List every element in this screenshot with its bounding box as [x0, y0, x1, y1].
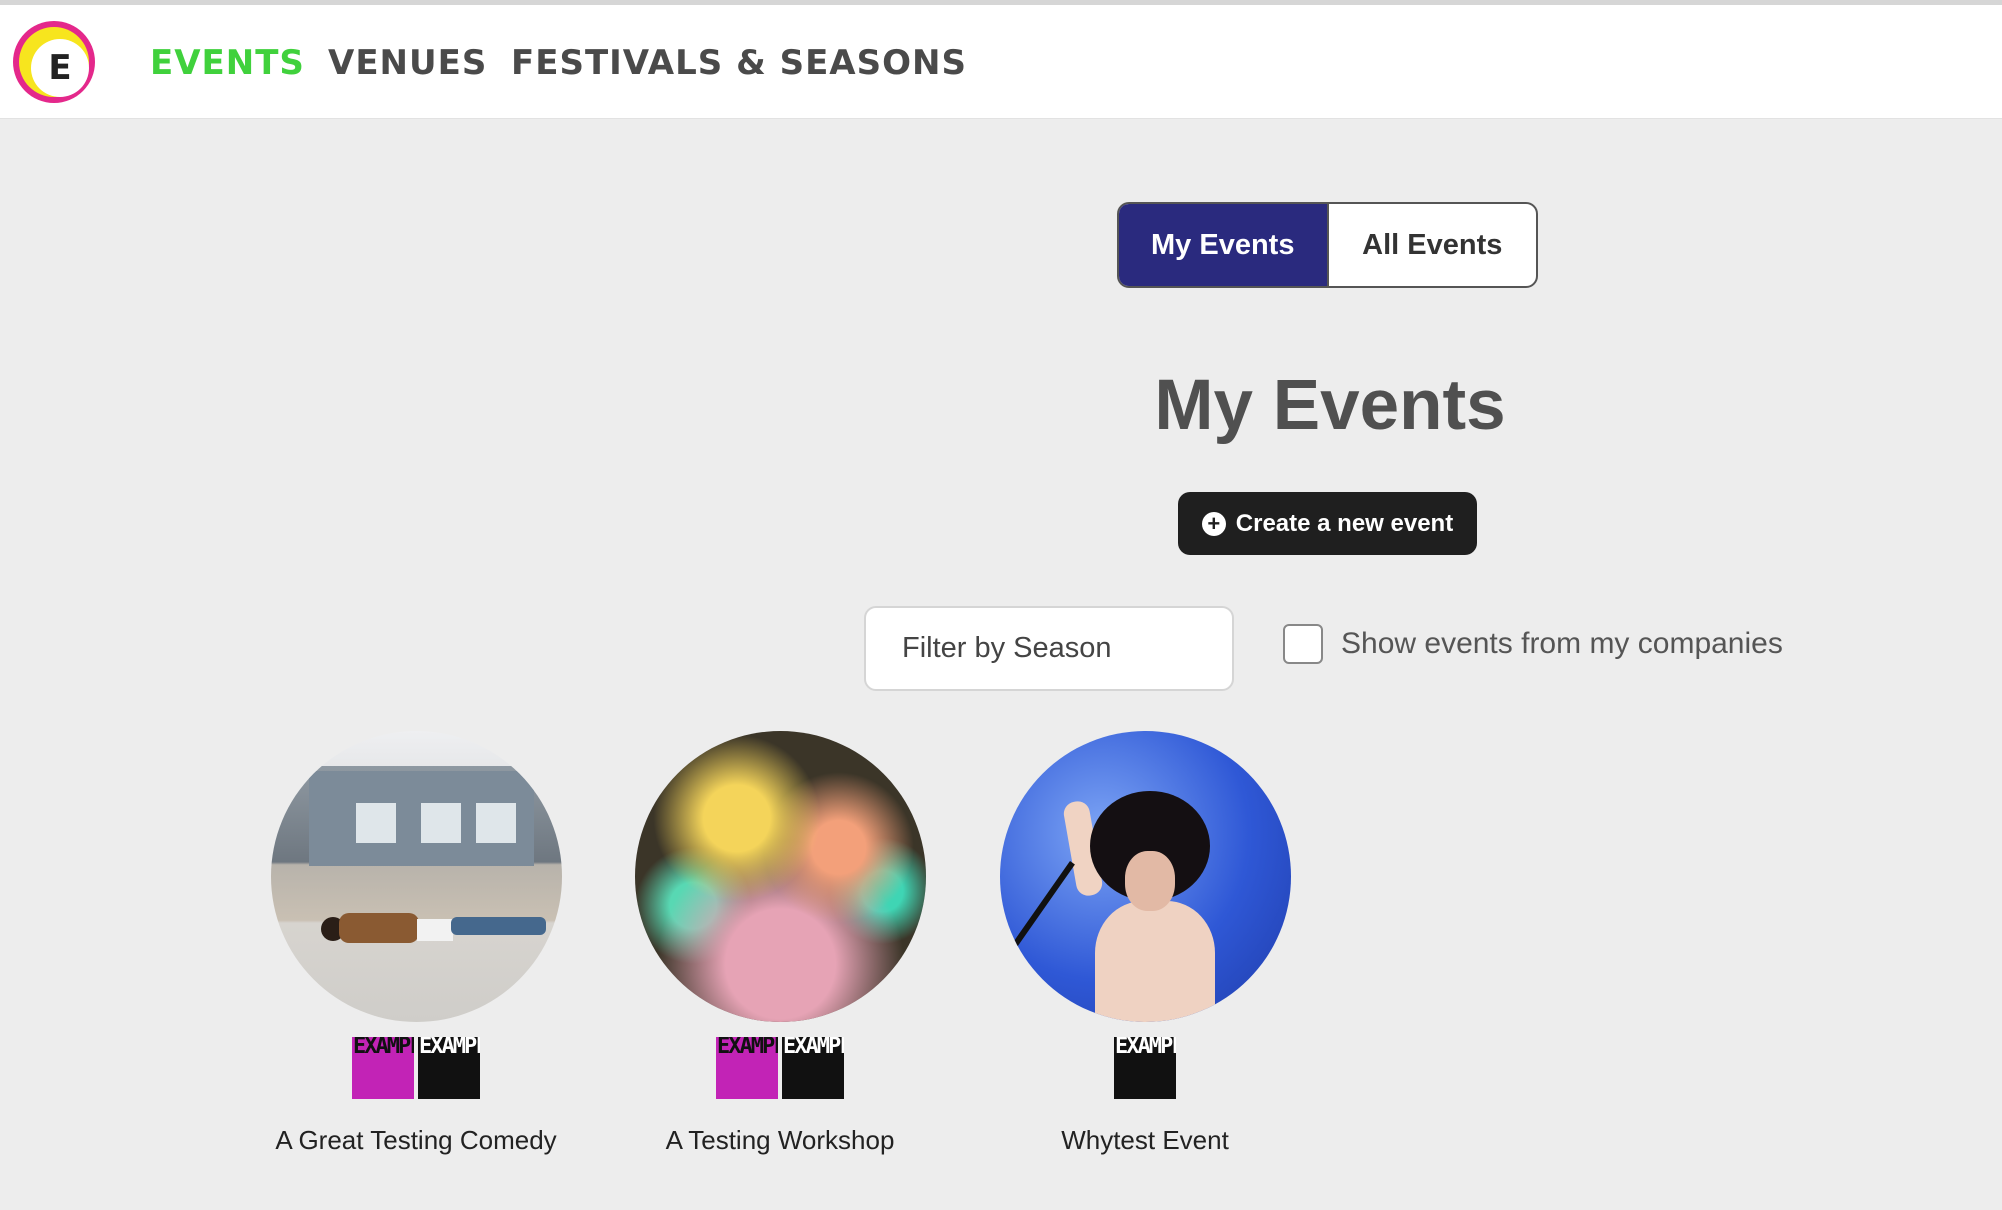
nav-festivals-seasons-link[interactable]: FESTIVALS & SEASONS — [511, 43, 967, 83]
festival-badge[interactable]: EXAMPLEFESTIVAL — [352, 1037, 414, 1099]
my-events-tab[interactable]: My Events — [1119, 204, 1329, 286]
season-filter-placeholder: Filter by Season — [902, 632, 1112, 664]
festival-badge[interactable]: EXAMPLEFESTIVAL — [716, 1037, 778, 1099]
site-logo[interactable]: E — [13, 21, 95, 103]
event-card[interactable]: EXAMPLEFESTIVAL EXAMPLEFESTIVAL A Testin… — [615, 731, 945, 1156]
event-title[interactable]: A Testing Workshop — [615, 1125, 945, 1156]
events-scope-toggle: My Events All Events — [1117, 202, 1538, 288]
event-photo — [634, 731, 926, 1022]
all-events-tab[interactable]: All Events — [1329, 204, 1537, 286]
festival-badge[interactable]: EXAMPLEFESTIVAL — [782, 1037, 844, 1099]
top-navigation-bar: E EVENTS VENUES FESTIVALS & SEASONS — [0, 5, 2002, 119]
nav-venues-link[interactable]: VENUES — [328, 43, 487, 83]
create-event-button[interactable]: + Create a new event — [1178, 492, 1477, 555]
event-title[interactable]: A Great Testing Comedy — [251, 1125, 581, 1156]
event-card[interactable]: EXAMPLEFESTIVAL EXAMPLEFESTIVAL A Great … — [251, 731, 581, 1156]
create-event-label: Create a new event — [1235, 509, 1454, 537]
festival-badge[interactable]: EXAMPLEFESTIVAL — [418, 1037, 480, 1099]
event-thumbnail[interactable] — [270, 731, 562, 1022]
logo-letter: E — [31, 39, 89, 97]
companies-checkbox-label[interactable]: Show events from my companies — [1341, 624, 1783, 664]
event-photo — [270, 731, 562, 1022]
festival-badges: EXAMPLEFESTIVAL EXAMPLEFESTIVAL — [615, 1037, 945, 1099]
festival-badge[interactable]: EXAMPLEFESTIVAL — [1114, 1037, 1176, 1099]
logo-ring: E — [19, 27, 89, 97]
event-thumbnail[interactable] — [634, 731, 926, 1022]
nav-events-link[interactable]: EVENTS — [150, 43, 305, 83]
event-photo — [999, 731, 1291, 1022]
plus-circle-icon: + — [1201, 511, 1226, 536]
event-thumbnail[interactable] — [999, 731, 1291, 1022]
festival-badges: EXAMPLEFESTIVAL EXAMPLEFESTIVAL — [251, 1037, 581, 1099]
festival-badges: EXAMPLEFESTIVAL — [980, 1037, 1310, 1099]
event-card[interactable]: EXAMPLEFESTIVAL Whytest Event — [980, 731, 1310, 1156]
companies-checkbox[interactable] — [1283, 624, 1323, 664]
season-filter-select[interactable]: Filter by Season — [864, 606, 1234, 691]
event-title[interactable]: Whytest Event — [980, 1125, 1310, 1156]
page-title: My Events — [1154, 366, 1506, 445]
